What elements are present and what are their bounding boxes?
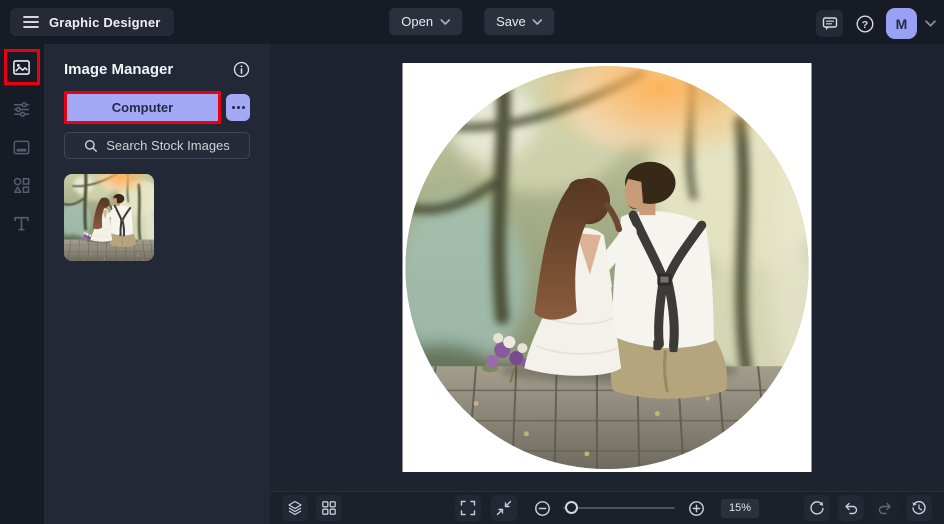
reset-button[interactable] <box>804 495 830 521</box>
text-icon <box>14 216 29 230</box>
computer-button[interactable]: Computer <box>67 94 218 121</box>
feedback-button[interactable] <box>816 10 843 37</box>
more-options-button[interactable] <box>226 94 250 121</box>
sidebar-item-image-manager[interactable] <box>8 53 36 81</box>
app-window: Graphic Designer Open Save ? M Image Man… <box>0 0 944 524</box>
avatar[interactable]: M <box>886 8 917 39</box>
layers-icon <box>288 500 302 516</box>
shapes-icon <box>13 177 30 193</box>
tool-sidebar <box>0 44 43 524</box>
zoom-slider-handle[interactable] <box>564 501 578 514</box>
help-icon: ? <box>856 15 873 32</box>
fullscreen-button[interactable] <box>454 495 481 521</box>
zoom-in-button[interactable] <box>685 495 707 521</box>
zoom-out-button[interactable] <box>531 495 553 521</box>
app-menu[interactable]: Graphic Designer <box>10 8 174 36</box>
history-button[interactable] <box>906 495 932 521</box>
zoom-level-value: 15% <box>720 498 760 518</box>
grid-icon <box>322 501 336 515</box>
annotation-box-computer: Computer <box>64 91 221 124</box>
canvas-toolbar: 15% <box>270 491 944 524</box>
fit-screen-icon <box>496 500 512 516</box>
chevron-down-icon <box>925 20 936 27</box>
chevron-down-icon <box>440 18 450 25</box>
reset-icon <box>810 501 824 515</box>
hamburger-menu-icon <box>23 16 39 28</box>
search-stock-images-button[interactable]: Search Stock Images <box>64 132 250 159</box>
circular-photo-layer[interactable] <box>406 66 809 469</box>
top-bar: Graphic Designer Open Save ? M <box>0 0 944 44</box>
grid-view-button[interactable] <box>316 495 342 521</box>
feedback-icon <box>822 16 837 30</box>
image-icon <box>13 59 30 75</box>
panel-title: Image Manager <box>64 60 174 78</box>
fullscreen-icon <box>460 500 476 516</box>
canvas-workspace[interactable] <box>270 44 944 491</box>
image-manager-panel: Image Manager Computer Search Stock Imag… <box>43 44 270 524</box>
chevron-down-icon <box>532 18 543 25</box>
zoom-out-icon <box>534 500 550 516</box>
file-actions: Open Save <box>389 8 555 35</box>
undo-button[interactable] <box>838 495 864 521</box>
dot <box>236 106 240 109</box>
redo-button[interactable] <box>872 495 898 521</box>
open-button[interactable]: Open <box>389 8 463 35</box>
zoom-slider[interactable] <box>562 501 675 514</box>
sidebar-item-templates[interactable] <box>8 133 36 161</box>
undo-icon <box>845 502 858 515</box>
annotation-box-image-manager <box>3 49 40 85</box>
history-icon <box>912 500 926 515</box>
sidebar-item-edit[interactable] <box>8 95 36 123</box>
save-button[interactable]: Save <box>484 8 555 35</box>
sidebar-item-text[interactable] <box>8 209 36 237</box>
redo-icon <box>878 502 891 515</box>
search-icon <box>85 139 98 152</box>
help-button[interactable]: ? <box>851 10 878 37</box>
layers-button[interactable] <box>282 495 308 521</box>
dot <box>231 106 235 109</box>
frame-icon <box>13 140 30 154</box>
account-menu-chevron[interactable] <box>925 20 936 27</box>
dot <box>241 106 245 109</box>
wedding-photo-thumb <box>64 174 154 261</box>
wedding-photo <box>406 66 809 469</box>
design-canvas[interactable] <box>402 63 812 472</box>
fit-screen-button[interactable] <box>490 495 517 521</box>
info-icon[interactable] <box>233 61 250 78</box>
adjustments-icon <box>13 101 30 117</box>
uploaded-image-thumbnail[interactable] <box>64 174 154 261</box>
zoom-in-icon <box>688 500 704 516</box>
svg-text:?: ? <box>861 18 867 30</box>
sidebar-item-graphics[interactable] <box>8 171 36 199</box>
account-area: ? M <box>816 8 936 39</box>
app-title: Graphic Designer <box>49 14 161 30</box>
